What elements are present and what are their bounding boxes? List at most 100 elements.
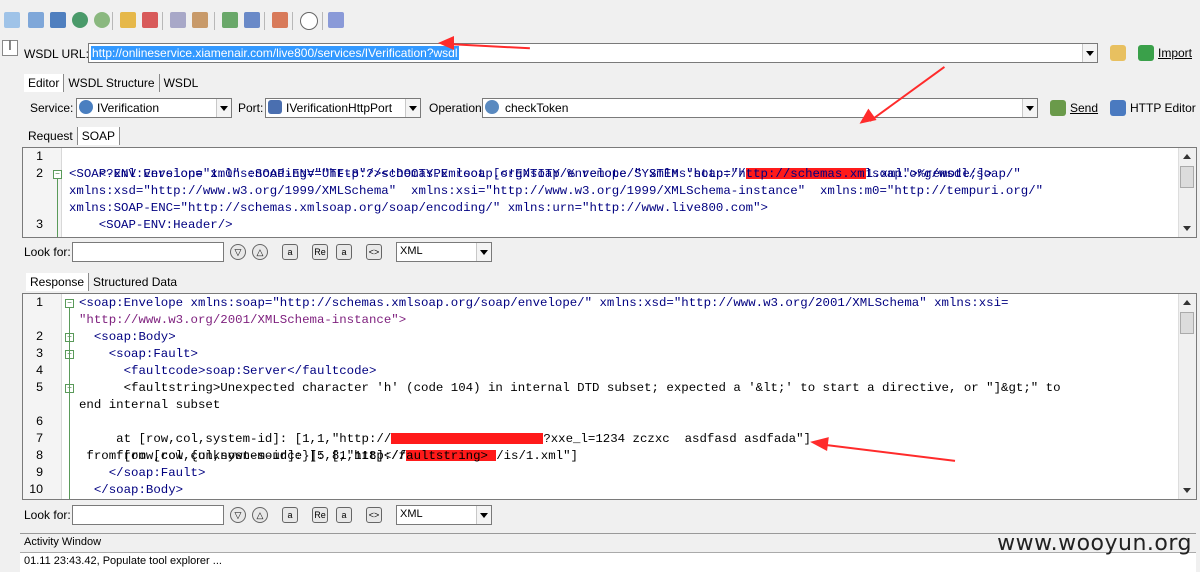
fold-guide (69, 308, 70, 499)
tab-editor[interactable]: Editor (24, 74, 65, 92)
scroll-thumb[interactable] (1180, 312, 1194, 334)
bar-chart-icon[interactable] (328, 12, 344, 28)
import-icon (1138, 45, 1154, 61)
service-label: Service: (30, 101, 74, 115)
response-line-4: <faultcode>soap:Server</faultcode> (79, 364, 377, 378)
request-tabs: Request SOAP (24, 127, 121, 147)
toolbar-separator (162, 12, 163, 30)
regex-icon[interactable]: Re (312, 244, 328, 260)
report-icon[interactable] (272, 12, 288, 28)
response-editor[interactable]: 1 2 3 4 5 6 7 8 9 10 − − − − <soap:Envel… (22, 293, 1197, 500)
send-button[interactable]: Send (1050, 100, 1098, 116)
fold-toggle[interactable]: − (65, 299, 74, 308)
request-line-2c: xmlns:SOAP-ENC="http://schemas.xmlsoap.o… (69, 201, 768, 215)
match-case-icon[interactable]: a (282, 507, 298, 523)
request-editor[interactable]: 1 2 3 − <?xml version="1.0" encoding="UT… (22, 147, 1197, 238)
highlight-icon[interactable]: a (336, 507, 352, 523)
wrap-icon[interactable]: <> (366, 507, 382, 523)
http-editor-button[interactable]: HTTP Editor (1110, 100, 1196, 116)
wrap-icon[interactable]: <> (366, 244, 382, 260)
line-number: 5 (36, 380, 43, 394)
service-icon (79, 100, 93, 114)
regex-icon[interactable]: Re (312, 507, 328, 523)
toolbar-separator (322, 12, 323, 30)
chevron-down-icon[interactable] (1022, 99, 1037, 117)
response-line-1a: <soap:Envelope xmlns:soap="http://schema… (79, 296, 1009, 310)
chevron-down-icon[interactable] (476, 506, 491, 524)
response-scrollbar[interactable] (1178, 294, 1196, 499)
toolbar-separator (264, 12, 265, 30)
find-next-icon[interactable]: ▽ (230, 244, 246, 260)
wsdl-url-value: http://onlineservice.xiamenair.com/live8… (91, 46, 459, 60)
toolbar-separator (214, 12, 215, 30)
search-icon[interactable] (4, 12, 20, 28)
globe-icon[interactable] (72, 12, 88, 28)
annotation-arrowhead (809, 434, 829, 452)
wsdl-url-row: WSDL URL: http://onlineservice.xiamenair… (20, 42, 1200, 66)
scroll-down-icon[interactable] (1183, 226, 1191, 231)
transform-icon[interactable] (192, 12, 208, 28)
scroll-up-icon[interactable] (1183, 154, 1191, 159)
lock-icon[interactable] (120, 12, 136, 28)
response-line-3: <soap:Fault> (79, 347, 198, 361)
wsdl-url-input[interactable]: http://onlineservice.xiamenair.com/live8… (88, 43, 1098, 63)
tab-request[interactable]: Request (24, 127, 78, 145)
lookfor-label: Look for: (24, 508, 71, 522)
line-number: 1 (36, 295, 43, 309)
highlight-icon[interactable]: a (336, 244, 352, 260)
scroll-down-icon[interactable] (1183, 488, 1191, 493)
match-case-icon[interactable]: a (282, 244, 298, 260)
document-add-icon[interactable] (222, 12, 238, 28)
watermark: www.wooyun.org (997, 531, 1192, 556)
find-prev-icon[interactable]: △ (252, 507, 268, 523)
folder-open-icon[interactable] (1110, 45, 1126, 61)
fold-guide (57, 179, 58, 237)
tab-wsdl[interactable]: WSDL (160, 74, 203, 92)
operation-select[interactable]: checkToken (482, 98, 1038, 118)
chevron-down-icon[interactable] (216, 99, 231, 117)
pin-icon[interactable]: ꟾ (2, 40, 18, 56)
request-line-3: <SOAP-ENV:Header/> (69, 218, 233, 232)
document-check-icon[interactable] (244, 12, 260, 28)
line-number: 7 (36, 431, 43, 445)
database-icon[interactable] (28, 12, 44, 28)
line-number: 3 (36, 346, 43, 360)
toolbar-separator (112, 12, 113, 30)
line-number: 9 (36, 465, 43, 479)
find-prev-icon[interactable]: △ (252, 244, 268, 260)
request-lookfor-row: Look for: ▽ △ a Re a <> XML (20, 240, 620, 264)
http-editor-icon (1110, 100, 1126, 116)
line-number: 10 (29, 482, 43, 496)
port-icon (268, 100, 282, 114)
find-next-icon[interactable]: ▽ (230, 507, 246, 523)
scroll-thumb[interactable] (1180, 166, 1194, 188)
response-line-1b: "http://www.w3.org/2001/XMLSchema-instan… (79, 313, 407, 327)
edit-icon[interactable] (170, 12, 186, 28)
chevron-down-icon[interactable] (476, 243, 491, 261)
toolbar-separator (292, 12, 293, 30)
tab-wsdl-structure[interactable]: WSDL Structure (64, 74, 160, 92)
tab-soap[interactable]: SOAP (77, 127, 121, 145)
lookfor-input[interactable] (72, 242, 224, 262)
import-button[interactable]: Import (1138, 45, 1192, 61)
service-select[interactable]: IVerification (76, 98, 232, 118)
clock-icon[interactable] (300, 12, 318, 30)
request-scrollbar[interactable] (1178, 148, 1196, 237)
send-icon (1050, 100, 1066, 116)
fold-toggle[interactable]: − (53, 170, 62, 179)
lookfor-input[interactable] (72, 505, 224, 525)
response-line-10: </soap:Body> (79, 483, 184, 497)
scroll-up-icon[interactable] (1183, 300, 1191, 305)
format-select[interactable]: XML (396, 242, 492, 262)
chevron-down-icon[interactable] (405, 99, 420, 117)
format-select[interactable]: XML (396, 505, 492, 525)
tab-response[interactable]: Response (26, 273, 90, 291)
window-icon[interactable] (50, 12, 66, 28)
gear-icon[interactable] (94, 12, 110, 28)
port-select[interactable]: IVerificationHttpPort (265, 98, 421, 118)
chart-icon[interactable] (142, 12, 158, 28)
annotation-arrowhead (438, 36, 454, 50)
chevron-down-icon[interactable] (1082, 44, 1097, 62)
tab-structured-data[interactable]: Structured Data (89, 273, 181, 291)
line-number: 1 (36, 149, 43, 163)
